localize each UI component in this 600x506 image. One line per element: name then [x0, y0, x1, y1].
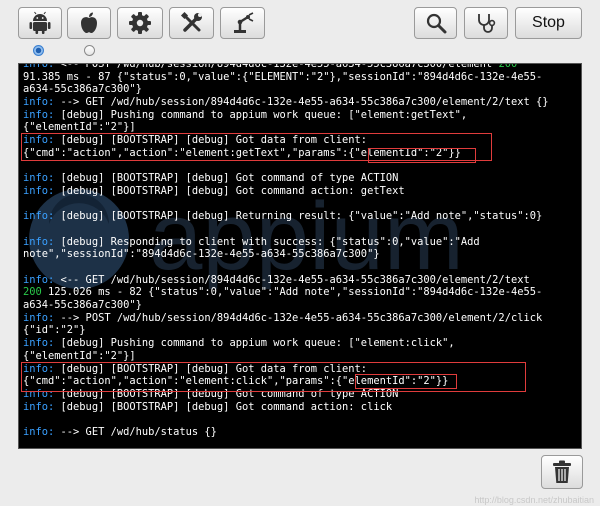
log-line: {"id":"2"}	[23, 324, 579, 337]
log-line: a634-55c386a7c300"}	[23, 83, 579, 96]
log-line: info: [debug] Pushing command to appium …	[23, 109, 579, 122]
clear-log-button[interactable]	[541, 455, 583, 489]
log-line: info: [debug] [BOOTSTRAP] [debug] Return…	[23, 210, 579, 223]
log-level-prefix: info:	[23, 210, 55, 223]
log-message: {"id":"2"}	[23, 324, 86, 337]
highlight-box-elementId-click	[355, 374, 457, 389]
wrench-screwdriver-icon	[180, 11, 202, 32]
gear-icon	[129, 12, 151, 34]
stethoscope-icon	[478, 14, 496, 33]
log-level-prefix: info:	[23, 273, 55, 286]
stop-button-label: Stop	[532, 14, 565, 31]
log-message: {"elementId":"2"}]	[23, 121, 136, 134]
android-button[interactable]	[18, 7, 62, 39]
log-message: [debug] Pushing command to appium work q…	[54, 337, 455, 350]
log-line: info: --> POST /wd/hub/session/894d4d6c-…	[23, 312, 579, 325]
log-message: <-- POST /wd/hub/session/894d4d6c-132e-4…	[54, 63, 499, 70]
log-message: a634-55c386a7c300"}	[23, 299, 142, 312]
stop-button[interactable]: Stop	[515, 7, 582, 39]
log-message: a634-55c386a7c300"}	[23, 83, 142, 96]
log-line: info: [debug] [BOOTSTRAP] [debug] Got co…	[23, 172, 579, 185]
trash-icon	[553, 460, 571, 483]
log-console[interactable]: appium info: <-- POST /wd/hub/session/89…	[18, 63, 582, 449]
log-message: --> GET /wd/hub/session/894d4d6c-132e-4e…	[54, 96, 549, 109]
log-level-prefix: info:	[23, 425, 55, 438]
log-message: --> POST /wd/hub/session/894d4d6c-132e-4…	[54, 311, 543, 324]
search-button[interactable]	[414, 7, 457, 39]
log-message: note","sessionId":"894d4d6c-132e-4e55-a6…	[23, 248, 380, 261]
magnifier-icon	[426, 13, 446, 34]
developer-settings-button[interactable]	[169, 7, 214, 39]
status-code: 200	[498, 63, 518, 70]
log-message: <-- GET /wd/hub/session/894d4d6c-132e-4e…	[54, 273, 530, 286]
status-code: 200	[23, 286, 42, 299]
robot-arm-icon	[233, 12, 253, 33]
log-level-prefix: info:	[23, 235, 55, 248]
log-line: 91.385 ms - 87 {"status":0,"value":{"ELE…	[23, 71, 579, 84]
log-line: {"elementId":"2"}]	[23, 350, 579, 363]
log-line: info: [debug] [BOOTSTRAP] [debug] Got co…	[23, 401, 579, 414]
log-line: note","sessionId":"894d4d6c-132e-4e55-a6…	[23, 248, 579, 261]
log-level-prefix: info:	[23, 108, 55, 121]
log-level-prefix: info:	[23, 400, 55, 413]
log-level-prefix: info:	[23, 172, 55, 185]
android-icon	[29, 11, 51, 34]
android-platform-radio[interactable]	[33, 45, 44, 56]
log-line: info: [debug] [BOOTSTRAP] [debug] Got co…	[23, 185, 579, 198]
source-watermark: http://blog.csdn.net/zhubaitian	[474, 495, 594, 505]
log-message: [debug] [BOOTSTRAP] [debug] Got command …	[54, 184, 405, 197]
log-message: [debug] Pushing command to appium work q…	[54, 108, 468, 121]
settings-button[interactable]	[117, 7, 163, 39]
log-level-prefix: info:	[23, 184, 55, 197]
log-line: info: --> GET /wd/hub/session/894d4d6c-1…	[23, 96, 579, 109]
log-level-prefix: info:	[23, 63, 55, 70]
apple-icon	[81, 12, 97, 33]
log-line: info: --> GET /wd/hub/status {}	[23, 426, 579, 439]
highlight-box-elementId-getText	[368, 148, 476, 163]
log-line: info: [debug] Pushing command to appium …	[23, 337, 579, 350]
log-message: 91.385 ms - 87 {"status":0,"value":{"ELE…	[23, 70, 543, 83]
doctor-button[interactable]	[464, 7, 508, 39]
ios-platform-radio[interactable]	[84, 45, 95, 56]
apple-button[interactable]	[67, 7, 111, 39]
log-line: a634-55c386a7c300"}	[23, 299, 579, 312]
log-level-prefix: info:	[23, 337, 55, 350]
log-line: info: <-- GET /wd/hub/session/894d4d6c-1…	[23, 274, 579, 287]
log-line: info: [debug] Responding to client with …	[23, 236, 579, 249]
log-message: --> GET /wd/hub/status {}	[54, 425, 217, 438]
log-level-prefix: info:	[23, 311, 55, 324]
log-line: info: <-- POST /wd/hub/session/894d4d6c-…	[23, 63, 579, 71]
log-message: [debug] [BOOTSTRAP] [debug] Got command …	[54, 172, 399, 185]
inspector-button[interactable]	[220, 7, 265, 39]
log-line: 200 125.026 ms - 82 {"status":0,"value":…	[23, 286, 579, 299]
log-message: [debug] Responding to client with succes…	[54, 235, 480, 248]
log-message: {"elementId":"2"}]	[23, 349, 136, 362]
log-level-prefix: info:	[23, 96, 55, 109]
log-message: [debug] [BOOTSTRAP] [debug] Got command …	[54, 400, 393, 413]
log-message: [debug] [BOOTSTRAP] [debug] Returning re…	[54, 210, 543, 223]
log-message: 125.026 ms - 82 {"status":0,"value":"Add…	[41, 286, 543, 299]
